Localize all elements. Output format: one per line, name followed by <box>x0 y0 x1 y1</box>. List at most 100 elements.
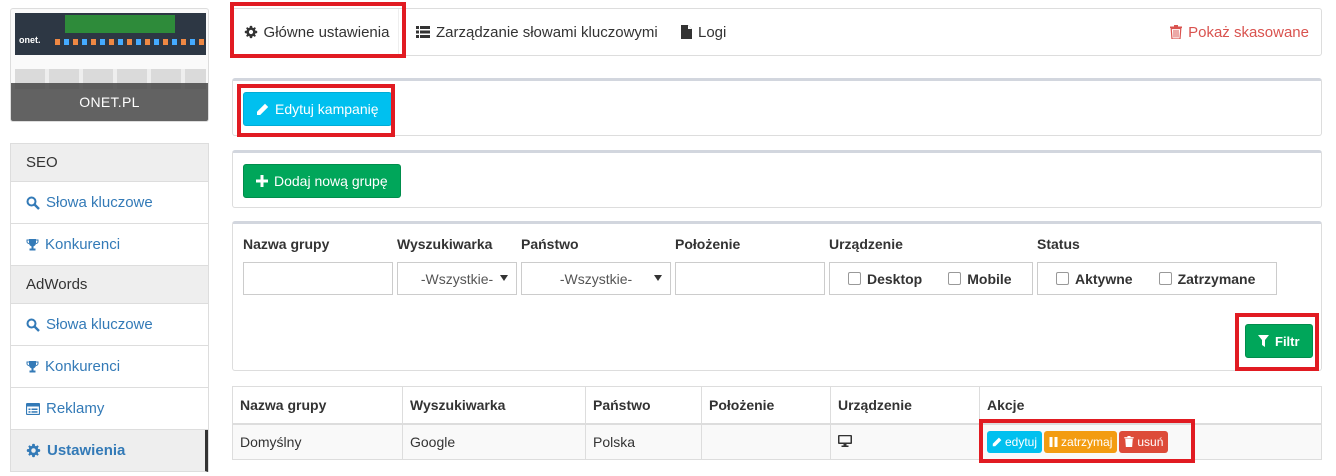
pause-icon <box>1049 437 1058 447</box>
sidebar-item-adwords-ads[interactable]: Reklamy <box>11 388 208 430</box>
nav-header-adwords: AdWords <box>11 266 208 304</box>
mobile-label: Mobile <box>967 270 1012 287</box>
plus-icon <box>256 175 268 187</box>
sidebar-item-label: Słowa kluczowe <box>46 194 153 211</box>
country-select[interactable]: -Wszystkie- <box>521 262 671 295</box>
sidebar-item-adwords-keywords[interactable]: Słowa kluczowe <box>11 304 208 346</box>
groups-table: Nazwa grupy Wyszukiwarka Państwo Położen… <box>232 386 1322 460</box>
pause-group-label: zatrzymaj <box>1061 435 1113 449</box>
caret-down-icon <box>654 275 662 281</box>
cell-actions: edytuj zatrzymaj usuń <box>979 423 1322 460</box>
sidebar-item-label: Konkurenci <box>45 236 121 253</box>
col-group-name[interactable]: Nazwa grupy <box>232 386 403 425</box>
status-checkboxes: Aktywne Zatrzymane <box>1037 262 1277 295</box>
delete-group-button[interactable]: usuń <box>1119 430 1169 453</box>
filter-button[interactable]: Filtr <box>1245 324 1313 358</box>
site-thumbnail[interactable]: onet. ONET.PL <box>10 8 209 122</box>
active-label: Aktywne <box>1075 270 1133 287</box>
sidebar-nav: SEO Słowa kluczowe Konkurenci AdWords Sł… <box>10 143 209 472</box>
filter-label: Filtr <box>1275 333 1300 349</box>
list-icon <box>416 26 430 38</box>
search-engine-value: -Wszystkie- <box>420 270 494 287</box>
device-checkboxes: Desktop Mobile <box>829 262 1033 295</box>
cell-search-engine: Google <box>402 423 586 460</box>
edit-campaign-button[interactable]: Edytuj kampanię <box>243 92 392 126</box>
trash-icon <box>1170 25 1183 39</box>
campaign-panel: Edytuj kampanię <box>232 78 1322 136</box>
paused-checkbox[interactable] <box>1158 272 1172 285</box>
settings-tabs: Główne ustawienia Zarządzanie słowami kl… <box>232 8 1322 56</box>
gear-icon <box>26 443 41 458</box>
cell-position <box>701 423 831 460</box>
add-group-label: Dodaj nową grupę <box>274 173 388 189</box>
active-checkbox[interactable] <box>1056 272 1069 285</box>
trash-icon <box>1124 436 1135 447</box>
desktop-icon <box>838 434 852 447</box>
country-value: -Wszystkie- <box>559 270 633 287</box>
filter-icon <box>1258 335 1269 347</box>
table-header-row: Nazwa grupy Wyszukiwarka Państwo Położen… <box>232 386 1322 425</box>
file-icon <box>681 25 692 39</box>
search-icon <box>26 318 40 332</box>
filter-label-status: Status <box>1037 236 1080 252</box>
filter-label-position: Położenie <box>675 236 741 252</box>
col-position[interactable]: Położenie <box>701 386 831 425</box>
delete-group-label: usuń <box>1137 434 1164 449</box>
filter-label-search-engine: Wyszukiwarka <box>397 236 493 252</box>
tab-label: Zarządzanie słowami kluczowymi <box>436 23 658 41</box>
gear-icon <box>244 25 257 39</box>
cell-group-name: Domyślny <box>232 423 403 460</box>
groups-panel: Dodaj nową grupę <box>232 150 1322 208</box>
thumbnail-preview: onet. <box>15 13 206 55</box>
filter-label-group-name: Nazwa grupy <box>243 236 330 252</box>
show-deleted-link[interactable]: Pokaż skasowane <box>1170 9 1309 55</box>
edit-campaign-label: Edytuj kampanię <box>275 101 379 117</box>
tab-label: Logi <box>698 23 727 41</box>
pause-group-button[interactable]: zatrzymaj <box>1044 431 1118 453</box>
tab-label: Główne ustawienia <box>263 23 390 41</box>
sidebar-item-adwords-competitors[interactable]: Konkurenci <box>11 346 208 388</box>
sidebar-item-seo-competitors[interactable]: Konkurenci <box>11 224 208 266</box>
list-alt-icon <box>26 402 40 415</box>
cell-device <box>830 423 980 460</box>
tab-keywords-management[interactable]: Zarządzanie słowami kluczowymi <box>416 9 658 55</box>
filters-panel: Nazwa grupy Wyszukiwarka Państwo Położen… <box>232 221 1322 371</box>
desktop-checkbox[interactable] <box>848 272 861 285</box>
tab-logs[interactable]: Logi <box>681 9 726 55</box>
col-search-engine[interactable]: Wyszukiwarka <box>402 386 586 425</box>
sidebar-item-seo-keywords[interactable]: Słowa kluczowe <box>11 182 208 224</box>
filter-label-country: Państwo <box>521 236 579 252</box>
nav-header-seo: SEO <box>11 144 208 182</box>
thumbnail-label: ONET.PL <box>11 83 208 121</box>
trophy-icon <box>26 361 39 373</box>
pencil-icon <box>257 103 269 115</box>
sidebar-item-label: Ustawienia <box>47 442 126 459</box>
sidebar-item-label: Konkurenci <box>45 358 121 375</box>
paused-label: Zatrzymane <box>1177 270 1256 287</box>
tab-main-settings[interactable]: Główne ustawienia <box>235 9 399 55</box>
thumbnail-logo: onet. <box>19 35 41 45</box>
cell-country: Polska <box>585 423 702 460</box>
mobile-checkbox[interactable] <box>948 272 962 285</box>
search-icon <box>26 196 40 210</box>
col-country[interactable]: Państwo <box>585 386 702 425</box>
caret-down-icon <box>500 275 508 281</box>
position-input[interactable] <box>675 262 825 295</box>
col-actions: Akcje <box>979 386 1322 425</box>
table-row: Domyślny Google Polska edytuj zatrzymaj … <box>232 423 1322 460</box>
group-name-input[interactable] <box>243 262 393 295</box>
sidebar: onet. ONET.PL <box>10 8 209 122</box>
sidebar-item-adwords-settings[interactable]: Ustawienia <box>11 430 208 472</box>
col-device[interactable]: Urządzenie <box>830 386 980 425</box>
search-engine-select[interactable]: -Wszystkie- <box>397 262 517 295</box>
show-deleted-label: Pokaż skasowane <box>1188 23 1309 41</box>
trophy-icon <box>26 239 39 251</box>
sidebar-item-label: Reklamy <box>46 400 105 417</box>
sidebar-item-label: Słowa kluczowe <box>46 316 153 333</box>
filter-label-device: Urządzenie <box>829 236 903 252</box>
edit-group-label: edytuj <box>1005 435 1038 449</box>
pencil-icon <box>992 437 1002 447</box>
add-group-button[interactable]: Dodaj nową grupę <box>243 164 401 198</box>
edit-group-button[interactable]: edytuj <box>987 431 1043 453</box>
desktop-label: Desktop <box>867 270 923 287</box>
